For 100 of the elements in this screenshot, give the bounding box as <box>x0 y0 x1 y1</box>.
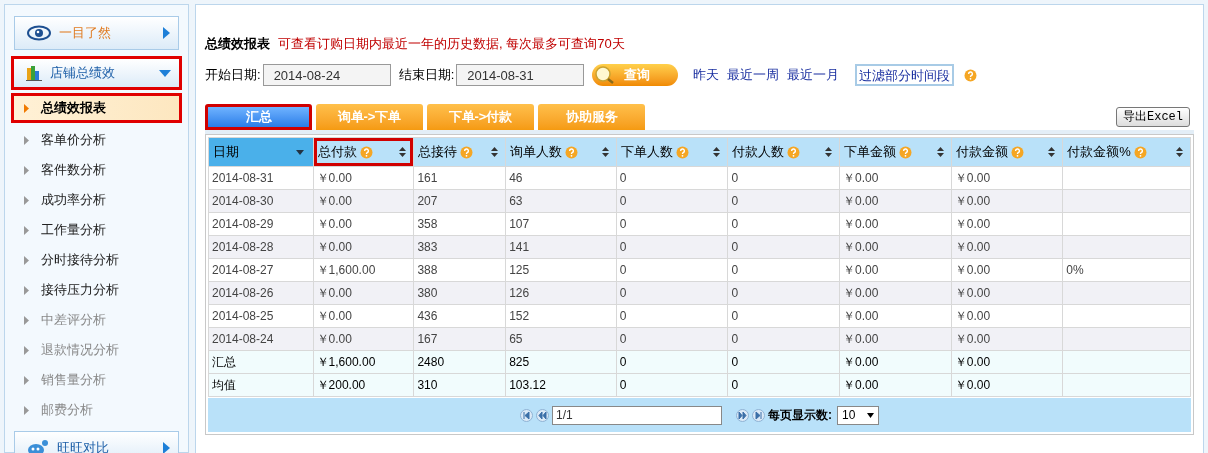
column-header[interactable]: 总付款 <box>313 137 414 167</box>
help-icon[interactable] <box>899 145 913 159</box>
column-label: 付款人数 <box>732 143 785 162</box>
table-cell: 380 <box>417 286 438 300</box>
date-link[interactable]: 最近一月 <box>787 65 840 85</box>
page-size-select[interactable]: 10 <box>837 405 879 425</box>
end-date-field[interactable]: 2014-08-31 <box>456 64 585 86</box>
column-header[interactable]: 下单人数 <box>616 137 728 167</box>
help-icon[interactable] <box>1010 145 1024 159</box>
column-header[interactable]: 付款金额 <box>951 137 1063 167</box>
bullet-arrow-icon <box>24 315 29 325</box>
date-link[interactable]: 最近一周 <box>727 65 780 85</box>
table-cell: 161 <box>417 171 438 185</box>
sidebar-item[interactable]: 客单价分析 <box>14 125 179 155</box>
help-icon[interactable] <box>1133 145 1147 159</box>
page-field[interactable]: 1/1 <box>552 405 722 425</box>
column-label: 付款金额 <box>955 143 1008 162</box>
next-page-icon[interactable] <box>736 408 749 422</box>
column-label: 日期 <box>213 143 239 162</box>
sort-icon <box>1176 147 1183 157</box>
table-cell: 65 <box>509 332 523 346</box>
table-cell: 2014-08-27 <box>212 263 274 277</box>
eye-icon <box>27 25 51 41</box>
table-cell: ￥0.00 <box>954 309 991 323</box>
bullet-arrow-icon <box>24 405 29 415</box>
table-cell: ￥0.00 <box>954 263 991 277</box>
table-cell: ￥0.00 <box>316 309 352 323</box>
table-cell: ￥0.00 <box>316 240 352 254</box>
sidebar-item[interactable]: 分时接待分析 <box>14 245 179 275</box>
table-cell: 2014-08-29 <box>212 217 274 231</box>
table-cell: ￥0.00 <box>954 355 991 369</box>
sidebar-item[interactable]: 工作量分析 <box>14 215 179 245</box>
bullet-arrow-icon <box>24 285 29 295</box>
table-cell: ￥0.00 <box>843 263 879 277</box>
last-page-icon[interactable] <box>752 408 765 422</box>
sidebar-item[interactable]: 总绩效报表 <box>11 93 182 123</box>
table-cell: 0 <box>731 171 739 185</box>
table-cell: 0 <box>619 355 627 369</box>
table-cell: 2014-08-30 <box>212 194 274 208</box>
table-cell: ￥0.00 <box>316 171 352 185</box>
table-cell: ￥0.00 <box>843 171 879 185</box>
bullet-arrow-icon <box>24 195 29 205</box>
column-header[interactable]: 总接待 <box>413 137 506 167</box>
table-cell: 0 <box>619 240 627 254</box>
sidebar-item[interactable]: 客件数分析 <box>14 155 179 185</box>
column-label: 总接待 <box>418 143 458 162</box>
table-cell: 310 <box>417 378 438 392</box>
sort-icon <box>601 147 609 157</box>
help-icon[interactable] <box>359 145 373 159</box>
help-icon[interactable] <box>787 145 801 159</box>
column-header[interactable]: 付款金额% <box>1062 137 1191 167</box>
notice-text: 可查看订购日期内最近一年的历史数据, 每次最多可查询70天 <box>278 35 625 54</box>
column-label: 下单人数 <box>620 143 673 162</box>
export-button[interactable]: 导出Excel <box>1116 107 1190 127</box>
first-page-icon[interactable] <box>520 408 533 422</box>
column-header[interactable]: 日期 <box>208 137 314 167</box>
table-cell: 825 <box>509 355 530 369</box>
help-icon[interactable] <box>565 145 579 159</box>
table-cell: 0 <box>731 217 739 231</box>
sort-icon <box>1048 147 1056 157</box>
help-icon[interactable] <box>964 68 978 82</box>
previous-page-icon[interactable] <box>536 408 549 422</box>
magnifier-icon <box>594 66 615 84</box>
table-cell: 152 <box>509 309 530 323</box>
column-header[interactable]: 付款人数 <box>727 137 840 167</box>
bullet-arrow-icon <box>24 103 29 113</box>
table-cell: ￥200.00 <box>316 378 366 392</box>
table-cell: 107 <box>509 217 530 231</box>
table-cell: 358 <box>417 217 438 231</box>
page-size-label: 每页显示数: <box>768 407 832 424</box>
start-date-label: 开始日期: <box>205 66 261 85</box>
table-cell: ￥0.00 <box>954 378 991 392</box>
table-cell: 2014-08-26 <box>212 286 274 300</box>
bar-chart-icon <box>26 65 42 81</box>
table-cell: 383 <box>417 240 438 254</box>
table-cell: ￥0.00 <box>316 217 352 231</box>
help-icon[interactable] <box>460 145 474 159</box>
section-label: 一目了然 <box>59 24 112 43</box>
column-header[interactable]: 下单金额 <box>839 137 952 167</box>
table-cell: ￥0.00 <box>316 194 352 208</box>
chat-bubble-icon <box>27 440 49 453</box>
column-header[interactable]: 询单人数 <box>505 137 617 167</box>
start-date-field[interactable]: 2014-08-24 <box>262 64 391 86</box>
table-cell: ￥0.00 <box>843 194 879 208</box>
table-cell: 0 <box>731 309 739 323</box>
table-cell: ￥0.00 <box>954 194 991 208</box>
filter-button[interactable]: 过滤部分时间段 <box>855 64 955 86</box>
sort-icon <box>399 147 407 157</box>
sidebar-item[interactable]: 成功率分析 <box>14 185 179 215</box>
table-cell: 2014-08-31 <box>212 171 274 185</box>
sidebar-section[interactable]: 店铺总绩效 <box>11 56 182 90</box>
sidebar-item[interactable]: 接待压力分析 <box>14 275 179 305</box>
table-cell: 141 <box>509 240 530 254</box>
bullet-arrow-icon <box>24 135 29 145</box>
table-cell: 汇总 <box>212 355 236 369</box>
table-cell: ￥0.00 <box>843 309 879 323</box>
date-link[interactable]: 昨天 <box>693 65 720 85</box>
column-label: 付款金额% <box>1067 143 1131 162</box>
bullet-arrow-icon <box>24 225 29 235</box>
help-icon[interactable] <box>675 145 689 159</box>
